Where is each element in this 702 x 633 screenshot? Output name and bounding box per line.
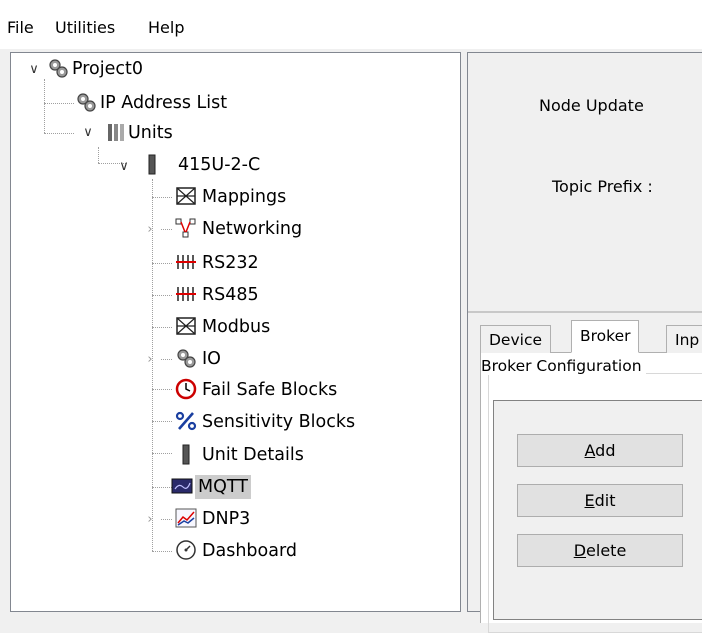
project-gear-icon [49, 59, 68, 78]
broker-list-box: Add Edit Delete [493, 400, 702, 620]
tree-connector [44, 133, 74, 134]
menu-utilities[interactable]: Utilities [55, 18, 115, 37]
tree-node-mappings[interactable]: Mappings [199, 185, 289, 209]
collapsed-chevron-icon[interactable]: › [143, 353, 157, 367]
collapsed-chevron-icon[interactable]: › [143, 513, 157, 527]
menu-file[interactable]: File [7, 18, 34, 37]
project-tree[interactable]: ∨ Project0 IP Address List ∨ Units ∨ 415… [10, 52, 461, 612]
tree-connector [152, 327, 172, 328]
tree-node-io[interactable]: IO [199, 347, 224, 371]
units-rack-icon [108, 124, 124, 141]
expand-chevron-icon[interactable]: ∨ [117, 160, 131, 174]
tree-connector [152, 421, 172, 422]
tab-broker[interactable]: Broker [571, 320, 640, 353]
delete-mnemonic: D [573, 541, 587, 560]
tree-connector [161, 519, 172, 520]
dnp3-chart-icon [175, 508, 197, 528]
tree-connector [44, 103, 74, 104]
io-gear-icon [177, 349, 196, 368]
tree-node-rs485[interactable]: RS485 [199, 283, 262, 307]
percent-icon [175, 411, 197, 431]
edit-mnemonic: E [584, 491, 595, 510]
menu-help[interactable]: Help [148, 18, 184, 37]
mqtt-icon [171, 478, 193, 494]
tree-connector [152, 197, 172, 198]
topic-prefix-label: Topic Prefix : [552, 177, 653, 196]
dashboard-gauge-icon [176, 540, 196, 560]
tree-connector [161, 359, 172, 360]
edit-label: dit [594, 491, 616, 510]
tree-node-unit[interactable]: 415U-2-C [175, 153, 263, 177]
tree-node-networking[interactable]: Networking [199, 217, 305, 241]
tree-node-unit-details[interactable]: Unit Details [199, 443, 307, 467]
mqtt-settings-panel: Node Update Topic Prefix : Device Broker… [467, 52, 702, 633]
add-button[interactable]: Add [517, 434, 683, 467]
tree-node-fail-safe-blocks[interactable]: Fail Safe Blocks [199, 378, 340, 402]
delete-label: elete [586, 541, 627, 560]
add-mnemonic: A [584, 441, 596, 460]
tree-node-dashboard[interactable]: Dashboard [199, 539, 300, 563]
rs485-icon [176, 287, 196, 301]
tree-node-modbus[interactable]: Modbus [199, 315, 273, 339]
menu-bar: File Utilities Help [0, 0, 702, 50]
tree-node-ip-address-list[interactable]: IP Address List [97, 91, 230, 115]
unit-details-device-icon [182, 444, 190, 465]
delete-button[interactable]: Delete [517, 534, 683, 567]
tree-connector [98, 147, 99, 163]
tree-connector [152, 295, 172, 296]
panel-splitter[interactable] [468, 311, 702, 313]
tree-connector [152, 389, 172, 390]
settings-tabs: Device Broker Inp [480, 320, 702, 353]
tree-connector [152, 453, 172, 454]
tree-node-project[interactable]: Project0 [69, 57, 146, 81]
mappings-icon [176, 187, 196, 205]
broker-tab-content: Broker Configuration Add Edit Delete [480, 353, 702, 633]
tree-connector [152, 551, 172, 552]
collapsed-chevron-icon[interactable]: › [143, 223, 157, 237]
expand-chevron-icon[interactable]: ∨ [81, 126, 95, 140]
broker-configuration-title: Broker Configuration [481, 357, 646, 375]
tab-device[interactable]: Device [480, 325, 552, 353]
tree-node-rs232[interactable]: RS232 [199, 251, 262, 275]
tree-node-units[interactable]: Units [125, 121, 176, 145]
node-update-label: Node Update [539, 96, 644, 115]
tree-connector [161, 229, 172, 230]
rs232-icon [176, 255, 196, 269]
tree-connector [152, 487, 172, 488]
expand-chevron-icon[interactable]: ∨ [27, 63, 41, 77]
ip-address-gear-icon [77, 93, 96, 112]
clock-icon [175, 378, 197, 400]
tree-node-dnp3[interactable]: DNP3 [199, 507, 253, 531]
edit-button[interactable]: Edit [517, 484, 683, 517]
tree-connector [152, 263, 172, 264]
tree-node-mqtt[interactable]: MQTT [195, 475, 251, 499]
unit-device-icon [148, 154, 156, 175]
tab-inputs[interactable]: Inp [666, 325, 702, 353]
tree-connector [44, 79, 45, 133]
networking-icon [175, 218, 196, 238]
tree-node-sensitivity-blocks[interactable]: Sensitivity Blocks [199, 410, 358, 434]
add-label: dd [595, 441, 616, 460]
modbus-icon [176, 317, 196, 335]
